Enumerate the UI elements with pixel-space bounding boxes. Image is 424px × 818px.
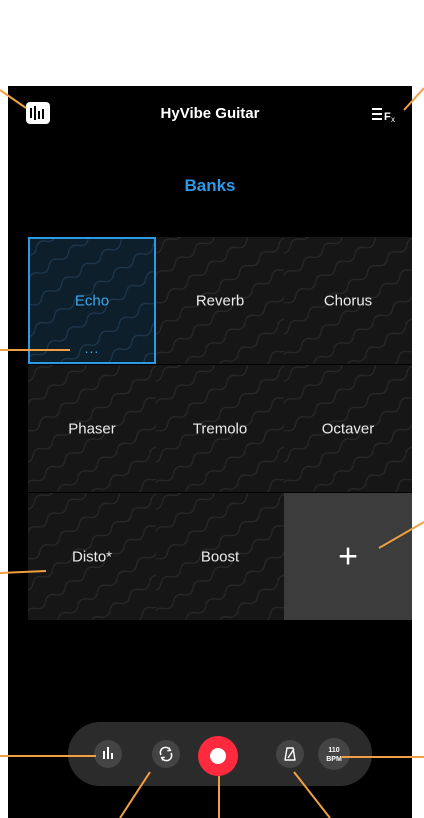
bank-label: Reverb (195, 292, 245, 309)
bank-tile-chorus[interactable]: Chorus (284, 237, 412, 364)
record-button[interactable] (198, 736, 238, 776)
add-bank-button[interactable]: + (284, 493, 412, 620)
fx-list-icon[interactable]: F x (370, 103, 398, 124)
bank-label: Tremolo (192, 420, 248, 437)
bank-more-icon[interactable]: ... (30, 340, 154, 356)
metronome-button[interactable] (276, 740, 304, 768)
bank-grid: Echo ... Reverb Chorus Phaser Tremolo Oc… (28, 237, 412, 620)
banks-title: Banks (184, 176, 236, 195)
tempo-button[interactable]: 110 BPM (318, 738, 350, 770)
bank-label: Disto* (71, 548, 112, 565)
app-screen: HyVibe Guitar F x Banks Echo ... Reverb … (8, 86, 412, 818)
plus-icon: + (338, 537, 358, 575)
tempo-unit: BPM (326, 756, 342, 763)
tempo-value: 110 (328, 747, 340, 754)
level-bars-button[interactable] (94, 740, 122, 768)
svg-text:F: F (384, 111, 391, 123)
bank-tile-reverb[interactable]: Reverb (156, 237, 284, 364)
level-bars-icon (103, 747, 113, 759)
bank-tile-boost[interactable]: Boost (156, 493, 284, 620)
bank-tile-echo[interactable]: Echo ... (28, 237, 156, 364)
bank-label: Octaver (321, 420, 375, 437)
svg-text:x: x (391, 115, 395, 123)
bank-label: Echo (74, 292, 110, 309)
loop-icon (159, 746, 173, 762)
metronome-icon (284, 747, 296, 761)
bank-tile-disto[interactable]: Disto* (28, 493, 156, 620)
bank-tile-octaver[interactable]: Octaver (284, 365, 412, 492)
bank-label: Chorus (323, 292, 373, 309)
bank-label: Boost (200, 548, 240, 565)
bank-label: Phaser (68, 420, 116, 437)
bank-tile-tremolo[interactable]: Tremolo (156, 365, 284, 492)
app-title: HyVibe Guitar (160, 105, 260, 122)
top-bar: HyVibe Guitar F x (8, 86, 412, 142)
record-icon (210, 748, 226, 764)
loop-button[interactable] (152, 740, 180, 768)
bank-tile-phaser[interactable]: Phaser (28, 365, 156, 492)
transport-bar: 110 BPM (68, 722, 372, 786)
